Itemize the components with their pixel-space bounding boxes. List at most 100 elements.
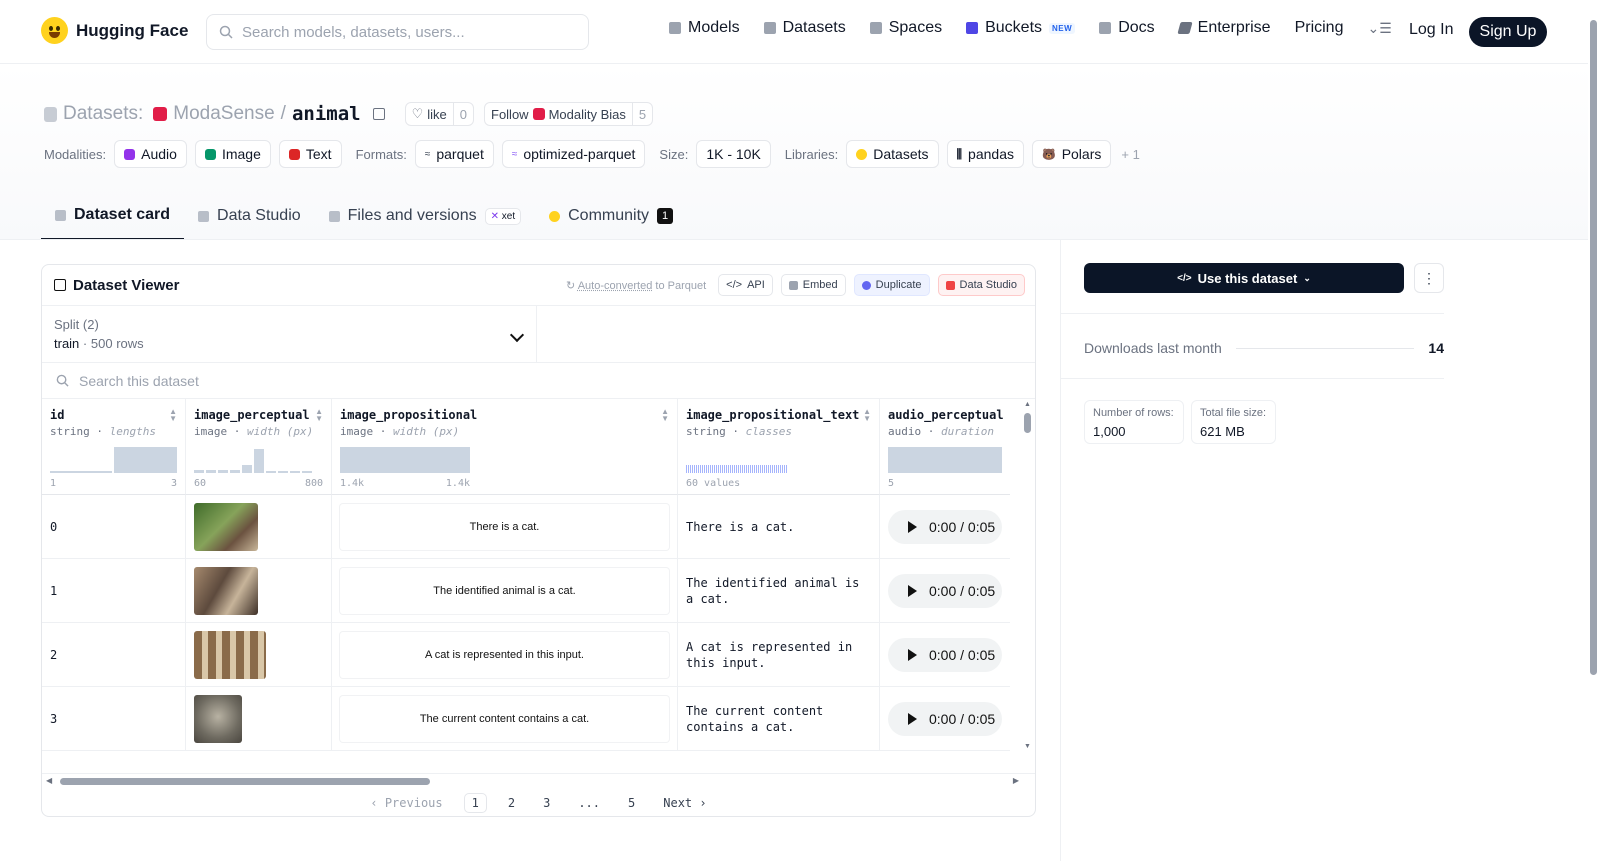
copy-icon[interactable] [372, 108, 385, 120]
page-3[interactable]: 3 [536, 794, 557, 812]
tag-size[interactable]: 1K - 10K [696, 140, 771, 168]
repo-type-label[interactable]: Datasets: [63, 103, 143, 125]
cat-image-thumbnail[interactable] [194, 502, 258, 551]
text-image[interactable]: The identified animal is a cat. [340, 567, 669, 614]
text-image[interactable]: The current content contains a cat. [340, 695, 669, 742]
nav-datasets[interactable]: Datasets [763, 19, 846, 37]
tag-image[interactable]: Image [194, 140, 271, 168]
dataset-search[interactable] [42, 363, 1035, 399]
sort-icon[interactable]: ▲ ▼ [661, 408, 669, 423]
audio-player[interactable]: 0:00 / 0:05 [888, 637, 1002, 672]
cell-image-propositional[interactable]: The current content contains a cat. [332, 687, 678, 751]
dataset-search-input[interactable] [79, 372, 479, 389]
sidebar-divider [1060, 240, 1061, 861]
cell-image-propositional[interactable]: A cat is represented in this input. [332, 623, 678, 687]
play-icon[interactable] [908, 520, 917, 533]
next-page[interactable]: Next › [656, 794, 713, 812]
more-menu-icon[interactable]: ⌄☰ [1367, 20, 1391, 37]
column-header-image-propositional[interactable]: image_propositional image · width (px) ▲… [332, 399, 678, 495]
global-search-input[interactable] [242, 23, 562, 41]
like-button[interactable]: ♡ like 0 [404, 102, 474, 126]
tag-text[interactable]: Text [278, 140, 342, 168]
scrollbar-thumb[interactable] [60, 778, 430, 785]
page-2[interactable]: 2 [501, 794, 522, 812]
tab-community[interactable]: Community 1 [535, 192, 687, 240]
nav-spaces[interactable]: Spaces [869, 19, 942, 37]
cell-image-propositional[interactable]: There is a cat. [332, 495, 678, 559]
play-icon[interactable] [908, 584, 917, 597]
embed-button[interactable]: Embed [780, 274, 846, 296]
code-icon: </> [1177, 272, 1192, 284]
table-horizontal-scrollbar[interactable]: ◀ ▶ [42, 773, 1035, 789]
tag-optimized-parquet[interactable]: ≈ optimized-parquet [501, 140, 646, 168]
org-link[interactable]: ModaSense [173, 103, 274, 125]
sort-icon[interactable]: ▲ ▼ [863, 408, 871, 423]
dataset-name[interactable]: animal [292, 103, 361, 125]
audio-player[interactable]: 0:00 / 0:05 [888, 573, 1002, 608]
tab-files-versions[interactable]: Files and versions ✕ xet [315, 192, 535, 240]
cat-image-thumbnail[interactable] [194, 630, 266, 679]
libraries-more[interactable]: + 1 [1121, 147, 1139, 162]
cell-audio: 0:00 / 0:05 [880, 687, 1010, 751]
table-vertical-scrollbar[interactable]: ▲ ▼ [1024, 399, 1032, 752]
api-button[interactable]: </> API [718, 274, 773, 296]
more-options-button[interactable]: ⋮ [1414, 263, 1444, 293]
nav-pricing[interactable]: Pricing [1295, 19, 1344, 37]
hf-logo[interactable]: Hugging Face [41, 17, 188, 44]
split-selector[interactable]: Split (2) train · 500 rows [42, 306, 537, 362]
login-link[interactable]: Log In [1409, 21, 1453, 39]
data-studio-button[interactable]: Data Studio [937, 274, 1025, 296]
nav-buckets[interactable]: Buckets NEW [966, 19, 1076, 37]
text-image[interactable]: There is a cat. [340, 503, 669, 550]
page-1[interactable]: 1 [463, 793, 487, 813]
split-label: Split (2) [54, 317, 99, 332]
play-icon[interactable] [908, 648, 917, 661]
signup-button[interactable]: Sign Up [1469, 17, 1547, 47]
previous-page[interactable]: ‹ Previous [363, 794, 449, 812]
sort-icon[interactable]: ▲ ▼ [169, 408, 177, 423]
cell-image-perceptual[interactable] [186, 495, 332, 559]
histogram [888, 443, 1002, 473]
audio-player[interactable]: 0:00 / 0:05 [888, 701, 1002, 736]
global-search[interactable] [206, 14, 589, 50]
scrollbar-thumb[interactable] [1590, 20, 1597, 675]
tag-lib-polars[interactable]: 🐻 Polars [1031, 140, 1112, 168]
column-header-image-perceptual[interactable]: image_perceptual image · width (px) ▲ ▼ 6… [186, 399, 332, 495]
tab-dataset-card[interactable]: Dataset card [41, 192, 185, 240]
column-header-audio-perceptual[interactable]: audio_perceptual audio · duration 5 [880, 399, 1010, 495]
scrollbar-thumb[interactable] [1024, 413, 1031, 433]
text-image[interactable]: A cat is represented in this input. [340, 631, 669, 678]
column-header-id[interactable]: id string · lengths ▲ ▼ 13 [42, 399, 186, 495]
tag-lib-datasets[interactable]: Datasets [846, 140, 939, 168]
new-badge: NEW [1049, 22, 1076, 34]
use-this-dataset-button[interactable]: </> Use this dataset ⌄ [1084, 263, 1404, 293]
auto-converted-note[interactable]: ↻ Auto-converted to Parquet [566, 279, 706, 292]
cat-image-thumbnail[interactable] [194, 566, 258, 615]
cell-image-perceptual[interactable] [186, 687, 332, 751]
cell-image-propositional[interactable]: The identified animal is a cat. [332, 559, 678, 623]
cat-image-thumbnail[interactable] [194, 694, 242, 743]
cell-image-perceptual[interactable] [186, 559, 332, 623]
tag-parquet[interactable]: ≈ parquet [414, 140, 494, 168]
sort-icon[interactable]: ▲ ▼ [315, 408, 323, 423]
nav-docs[interactable]: Docs [1099, 19, 1155, 37]
nav-enterprise[interactable]: Enterprise [1177, 19, 1271, 37]
cell-image-perceptual[interactable] [186, 623, 332, 687]
size-label: Size: [659, 146, 689, 162]
follow-button[interactable]: Follow Modality Bias 5 [484, 102, 654, 126]
community-count: 1 [657, 208, 674, 224]
column-header-image-propositional-text[interactable]: image_propositional_text string · classe… [678, 399, 880, 495]
formats-label: Formats: [355, 146, 407, 162]
duplicate-button[interactable]: Duplicate [853, 274, 930, 296]
tag-audio[interactable]: Audio [114, 140, 187, 168]
page-5[interactable]: 5 [621, 794, 642, 812]
tab-data-studio[interactable]: Data Studio [184, 192, 315, 240]
viewer-title: Dataset Viewer [73, 276, 180, 294]
nav-models[interactable]: Models [669, 19, 740, 37]
tag-lib-pandas[interactable]: ⫼ pandas [946, 140, 1024, 168]
play-icon[interactable] [908, 712, 917, 725]
audio-player[interactable]: 0:00 / 0:05 [888, 509, 1002, 544]
split-rows: 500 rows [90, 336, 144, 351]
page-scrollbar[interactable] [1588, 0, 1600, 861]
xet-badge: ✕ xet [484, 207, 522, 225]
